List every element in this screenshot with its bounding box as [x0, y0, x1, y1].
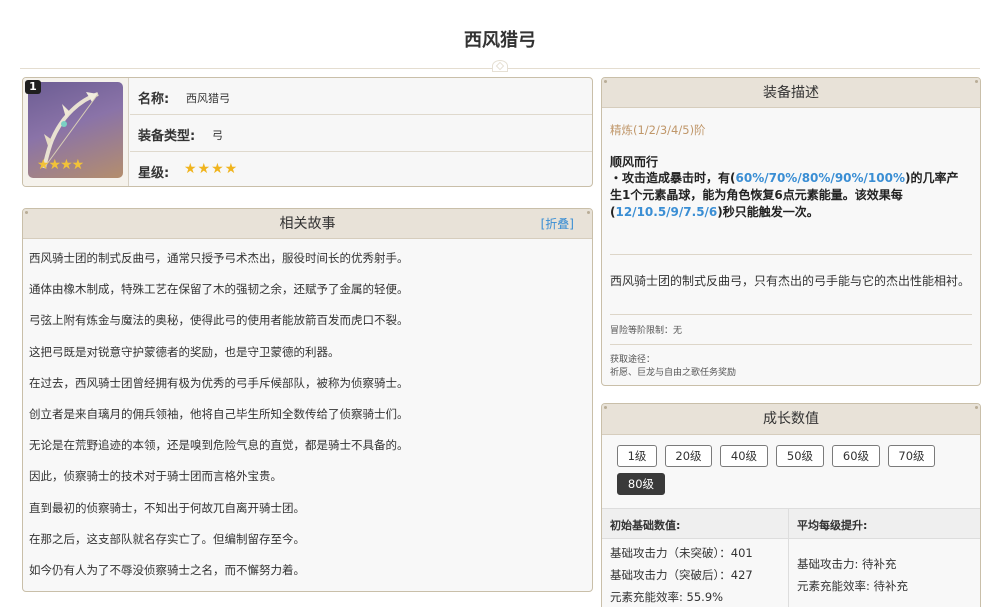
type-value: 弓: [212, 129, 223, 142]
level-button-70[interactable]: 70级: [888, 445, 935, 467]
story-panel: 相关故事 [折叠] 西风骑士团的制式反曲弓，通常只授予弓术杰出，服役时间长的优秀…: [22, 208, 593, 592]
passive-value: 60%/70%/80%/90%/100%: [735, 171, 906, 185]
flavor-text: 西风骑士团的制式反曲弓，只有杰出的弓手能与它的杰出性能相衬。: [610, 274, 971, 288]
level-button-60[interactable]: 60级: [832, 445, 880, 467]
story-line: 西风骑士团的制式反曲弓，通常只授予弓术杰出，服役时间长的优秀射手。: [29, 251, 409, 265]
story-line: 通体由橡木制成，特殊工艺在保留了木的强韧之余，还赋予了金属的轻便。: [29, 282, 409, 297]
story-line: 在那之后，这支部队就名存实亡了。但编制留存至今。: [29, 531, 305, 546]
level-button-40[interactable]: 40级: [720, 445, 768, 467]
story-title: 相关故事: [279, 216, 336, 232]
divider: [610, 314, 972, 315]
title-ornament-icon: [486, 58, 514, 74]
corner-dot-icon: [604, 80, 607, 83]
divider: [610, 254, 972, 255]
story-line: 因此，侦察骑士的技术对于骑士团而言格外宝贵。: [29, 469, 282, 484]
story-line: 创立者是来自璃月的佣兵领袖，他将自己毕生所知全数传给了侦察骑士们。: [29, 406, 409, 421]
rarity-stars-icon: ★★★★: [184, 161, 239, 177]
passive-text: ・攻击造成暴击时，有(: [610, 171, 736, 185]
passive-text: )秒只能触发一次。: [717, 205, 819, 219]
description-title: 装备描述: [763, 85, 819, 101]
info-row-rarity: 星级: ★★★★: [130, 152, 592, 186]
level-button-1[interactable]: 1级: [617, 445, 657, 467]
image-rarity-stars: ★★★★: [37, 157, 84, 173]
passive-value: 12/10.5/9/7.5/6: [615, 205, 718, 219]
source-label: 获取途径：: [610, 355, 656, 365]
column-divider: [788, 508, 789, 607]
per-level-stat: 元素充能效率: 待补充: [797, 579, 909, 593]
rarity-label: 星级:: [138, 166, 170, 181]
base-stats-header: 初始基础数值:: [610, 519, 681, 532]
story-line: 在过去，西风骑士团曾经拥有极为优秀的弓手斥候部队，被称为侦察骑士。: [29, 375, 409, 390]
source-value: 祈愿、巨龙与自由之歌任务奖励: [610, 368, 737, 378]
name-value: 西风猎弓: [186, 92, 230, 105]
weapon-info-box: 1 ★★★★ 名称: 西风猎弓 装备类型: 弓 星级: ★★★★: [22, 77, 593, 187]
base-stat: 元素充能效率: 55.9%: [610, 590, 724, 604]
corner-dot-icon: [604, 406, 607, 409]
story-body: 西风骑士团的制式反曲弓，通常只授予弓术杰出，服役时间长的优秀射手。 通体由橡木制…: [23, 239, 592, 590]
growth-title: 成长数值: [763, 411, 819, 427]
stats-header-row: 初始基础数值: 平均每级提升:: [602, 508, 980, 539]
info-row-type: 装备类型: 弓: [130, 115, 592, 152]
weapon-image-cell: 1 ★★★★: [23, 78, 129, 186]
growth-header: 成长数值: [602, 404, 980, 435]
name-label: 名称:: [138, 92, 170, 107]
corner-dot-icon: [975, 80, 978, 83]
story-line: 这把弓既是对锐意守护蒙德者的奖励，也是守卫蒙德的利器。: [29, 344, 340, 359]
level-button-80[interactable]: 80级: [617, 473, 665, 495]
ascension-limit: 冒险等阶限制：无: [610, 326, 683, 336]
story-line: 弓弦上附有炼金与魔法的奥秘，使得此弓的使用者能放箭百发而虎口不裂。: [29, 313, 409, 328]
refinement-badge: 1: [25, 80, 41, 94]
refinement-levels: 精炼(1/2/3/4/5)阶: [610, 123, 706, 137]
divider: [610, 344, 972, 345]
passive-description: ・攻击造成暴击时，有(60%/70%/80%/90%/100%)的几率产生1个元…: [610, 170, 970, 221]
story-line: 如今仍有人为了不辱没侦察骑士之名，而不懈努力着。: [29, 562, 305, 577]
type-label: 装备类型:: [138, 129, 196, 144]
story-header: 相关故事 [折叠]: [23, 209, 592, 239]
base-stat: 基础攻击力（未突破）：401: [610, 546, 753, 560]
passive-name: 顺风而行: [610, 155, 659, 169]
corner-dot-icon: [975, 406, 978, 409]
level-button-50[interactable]: 50级: [776, 445, 824, 467]
growth-panel: 成长数值 1级 20级 40级 50级 60级 70级 80级 初始基础数值: …: [601, 403, 981, 607]
page-title: 西风猎弓: [464, 30, 536, 51]
fold-toggle-link[interactable]: [折叠]: [541, 209, 574, 239]
per-level-header: 平均每级提升:: [797, 519, 868, 532]
corner-dot-icon: [587, 211, 590, 214]
per-level-stat: 基础攻击力: 待补充: [797, 557, 897, 571]
description-header: 装备描述: [602, 78, 980, 108]
description-panel: 装备描述 精炼(1/2/3/4/5)阶 顺风而行 ・攻击造成暴击时，有(60%/…: [601, 77, 981, 386]
info-row-name: 名称: 西风猎弓: [130, 78, 592, 115]
level-button-20[interactable]: 20级: [665, 445, 712, 467]
corner-dot-icon: [25, 211, 28, 214]
story-line: 直到最初的侦察骑士，不知出于何故兀自离开骑士团。: [29, 500, 305, 515]
base-stat: 基础攻击力（突破后）：427: [610, 568, 753, 582]
story-line: 无论是在荒野追迹的本领，还是嗅到危险气息的直觉，都是骑士不具备的。: [29, 438, 409, 453]
